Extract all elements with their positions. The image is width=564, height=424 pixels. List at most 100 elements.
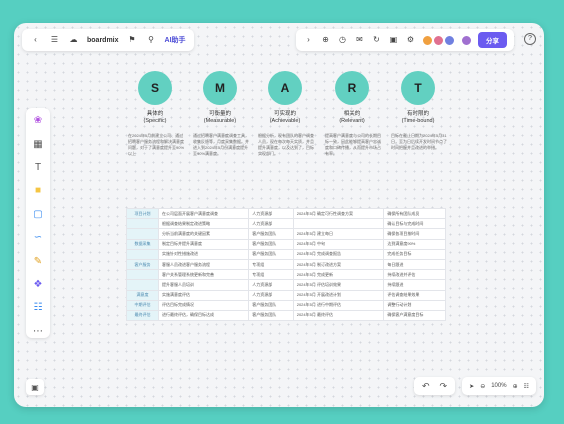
avatar[interactable] xyxy=(422,34,433,46)
table-cell[interactable]: 人力资源部 xyxy=(248,207,294,220)
table-cell[interactable]: 确认目标与完成时间 xyxy=(383,218,446,230)
cursor-icon[interactable]: ➤ xyxy=(469,383,474,390)
zoom-out-icon[interactable]: ⊖ xyxy=(480,383,485,390)
table-cell[interactable]: 2024年5月 完成更新 xyxy=(292,269,385,281)
table-category-cell[interactable] xyxy=(126,228,159,240)
minimap-icon[interactable]: ▣ xyxy=(26,379,44,395)
table-category-cell[interactable] xyxy=(126,269,159,281)
table-cell[interactable]: 2024年5月 完成调查报告 xyxy=(292,248,385,260)
table-cell[interactable]: 持续改进并评估 xyxy=(383,269,446,281)
connector-icon[interactable]: ∽ xyxy=(31,231,45,244)
present-icon[interactable]: ▣ xyxy=(388,35,399,46)
table-cell[interactable]: 客户服务团队 xyxy=(248,299,294,311)
back-icon[interactable]: ‹ xyxy=(30,35,41,46)
table-cell[interactable]: 根据调查结果制定改进策略 xyxy=(157,218,250,230)
table-icon[interactable]: ☷ xyxy=(31,301,45,314)
table-category-cell[interactable] xyxy=(126,279,159,291)
search-icon[interactable]: ⚲ xyxy=(146,35,157,46)
table-category-cell[interactable]: 项目计划 xyxy=(126,207,159,220)
refresh-icon[interactable]: ↻ xyxy=(371,35,382,46)
table-cell[interactable]: 专项组 xyxy=(248,258,294,271)
table-category-cell[interactable]: 满意度 xyxy=(126,289,159,301)
settings-icon[interactable]: ⚙ xyxy=(405,35,416,46)
table-cell[interactable]: 分析当前满意度的关键因素 xyxy=(157,228,250,240)
table-row: 数据采集 制定目标并提升满意度 客户服务团队 2024年5月 中旬 达到满意度90% xyxy=(126,238,446,250)
table-cell[interactable]: 2024年5月 建立每日 xyxy=(292,228,385,240)
book-icon[interactable]: ☷ xyxy=(524,383,529,390)
action-plan-table[interactable]: 项目计划 在公司层面开展客户满意度调查 人力资源部 2024年5月 确定可行性调查方案… xyxy=(126,207,446,322)
table-cell[interactable]: 评估调查结果效果 xyxy=(383,289,446,301)
table-category-cell[interactable]: 最终评估 xyxy=(126,309,159,322)
table-cell[interactable]: 客户服务团队 xyxy=(248,248,294,260)
table-cell[interactable]: 确保客户满意度目标 xyxy=(383,309,446,322)
table-cell[interactable]: 客户服务团队 xyxy=(248,228,294,240)
timer-icon[interactable]: ◷ xyxy=(337,35,348,46)
table-cell[interactable]: 在公司层面开展客户满意度调查 xyxy=(157,207,250,220)
smart-title-r: 相关的 (Relevant) xyxy=(339,111,365,124)
table-cell[interactable]: 确保所有团队成员 xyxy=(383,207,446,220)
top-right-toolbar: › ⊕ ◷ ✉ ↻ ▣ ⚙ 分享 xyxy=(296,29,514,51)
table-cell[interactable]: 每日跟进 xyxy=(383,258,446,271)
brand-name[interactable]: boardmix xyxy=(87,37,119,44)
share-button[interactable]: 分享 xyxy=(478,32,507,48)
templates-icon[interactable]: ❀ xyxy=(31,114,45,127)
table-cell[interactable]: 2024年5月 制订改进方案 xyxy=(292,258,385,271)
tag-icon[interactable]: ⚑ xyxy=(127,35,138,46)
table-cell[interactable]: 2024年5月 确定可行性调查方案 xyxy=(292,207,385,220)
table-cell[interactable]: 进行最终评估，确保目标达成 xyxy=(157,309,250,322)
table-cell[interactable]: 2024年5月 最终评估 xyxy=(292,309,385,322)
table-cell[interactable]: 确保各项目按时间 xyxy=(383,228,446,240)
table-cell[interactable]: 实施针对性措施改进 xyxy=(157,248,250,260)
user-avatar[interactable] xyxy=(461,34,472,46)
table-category-cell[interactable] xyxy=(126,248,159,260)
more-icon[interactable]: ⋯ xyxy=(31,325,45,338)
pen-icon[interactable]: ✎ xyxy=(31,254,45,267)
undo-icon[interactable]: ↶ xyxy=(422,381,430,392)
mindmap-icon[interactable]: ❖ xyxy=(31,278,45,291)
table-cell[interactable]: 实施满意度评估 xyxy=(157,289,250,301)
top-left-toolbar: ‹ ☰ ☁ boardmix ⚑ ⚲ AI助手 xyxy=(22,29,194,51)
table-cell[interactable]: 人力资源部 xyxy=(248,279,294,291)
table-cell[interactable]: 完成任务目标 xyxy=(383,248,446,260)
table-row: 客户关系管理系统更新和完善 专项组 2024年5月 完成更新 持续改进并评估 xyxy=(126,269,446,281)
zoom-level[interactable]: 100% xyxy=(491,383,506,389)
ai-assistant-button[interactable]: AI助手 xyxy=(165,35,186,45)
smart-title-t: 有时限的 (Time-bound) xyxy=(401,111,435,124)
table-cell[interactable]: 客户服务团队 xyxy=(248,238,294,250)
table-cell[interactable]: 评估目标完成情况 xyxy=(157,299,250,311)
sticky-note-icon[interactable]: ■ xyxy=(31,184,45,197)
table-category-cell[interactable]: 中期评估 xyxy=(126,299,159,311)
table-cell[interactable]: 人力资源部 xyxy=(248,289,294,301)
help-icon[interactable]: ? xyxy=(524,33,536,45)
table-cell[interactable]: 客户关系管理系统更新和完善 xyxy=(157,269,250,281)
table-cell[interactable]: 人力资源部 xyxy=(248,218,294,230)
table-cell[interactable]: 客户服务团队 xyxy=(248,309,294,322)
chevron-right-icon[interactable]: › xyxy=(303,35,314,46)
table-cell[interactable]: 2024年5月 评估培训效果 xyxy=(292,279,385,291)
zoom-in-icon[interactable]: ⊕ xyxy=(513,383,518,390)
text-icon[interactable]: T xyxy=(31,161,45,174)
add-icon[interactable]: ⊕ xyxy=(320,35,331,46)
table-cell[interactable]: 2024年5月 中旬 xyxy=(292,238,385,250)
frame-icon[interactable]: ▦ xyxy=(31,137,45,150)
table-cell[interactable]: 客服人员改进客户服务流程 xyxy=(157,258,250,271)
table-cell[interactable]: 2024年5月 开展改进计划 xyxy=(292,289,385,301)
table-cell[interactable]: 制定目标并提升满意度 xyxy=(157,238,250,250)
shape-icon[interactable]: ▢ xyxy=(31,208,45,221)
redo-icon[interactable]: ↷ xyxy=(440,381,448,392)
table-cell[interactable]: 2024年5月 进行中期评估 xyxy=(292,299,385,311)
smart-desc-m: 通过招聘客户满意度调查工具，收集反馈等，月度采集数据。并进入到2024年5月份满… xyxy=(193,133,249,156)
avatar[interactable] xyxy=(433,34,444,46)
avatar[interactable] xyxy=(444,34,455,46)
table-cell[interactable]: 持续跟进 xyxy=(383,279,446,291)
table-cell[interactable]: 达到满意度90% xyxy=(383,238,446,250)
table-cell[interactable]: 专项组 xyxy=(248,269,294,281)
table-category-cell[interactable]: 数据采集 xyxy=(126,238,159,250)
table-cell[interactable]: 调整行动计划 xyxy=(383,299,446,311)
table-category-cell[interactable] xyxy=(126,218,159,230)
table-cell[interactable] xyxy=(292,218,385,230)
table-cell[interactable]: 提升客服人员培训 xyxy=(157,279,250,291)
table-category-cell[interactable]: 客户服务 xyxy=(126,258,159,271)
comment-icon[interactable]: ✉ xyxy=(354,35,365,46)
menu-icon[interactable]: ☰ xyxy=(49,35,60,46)
